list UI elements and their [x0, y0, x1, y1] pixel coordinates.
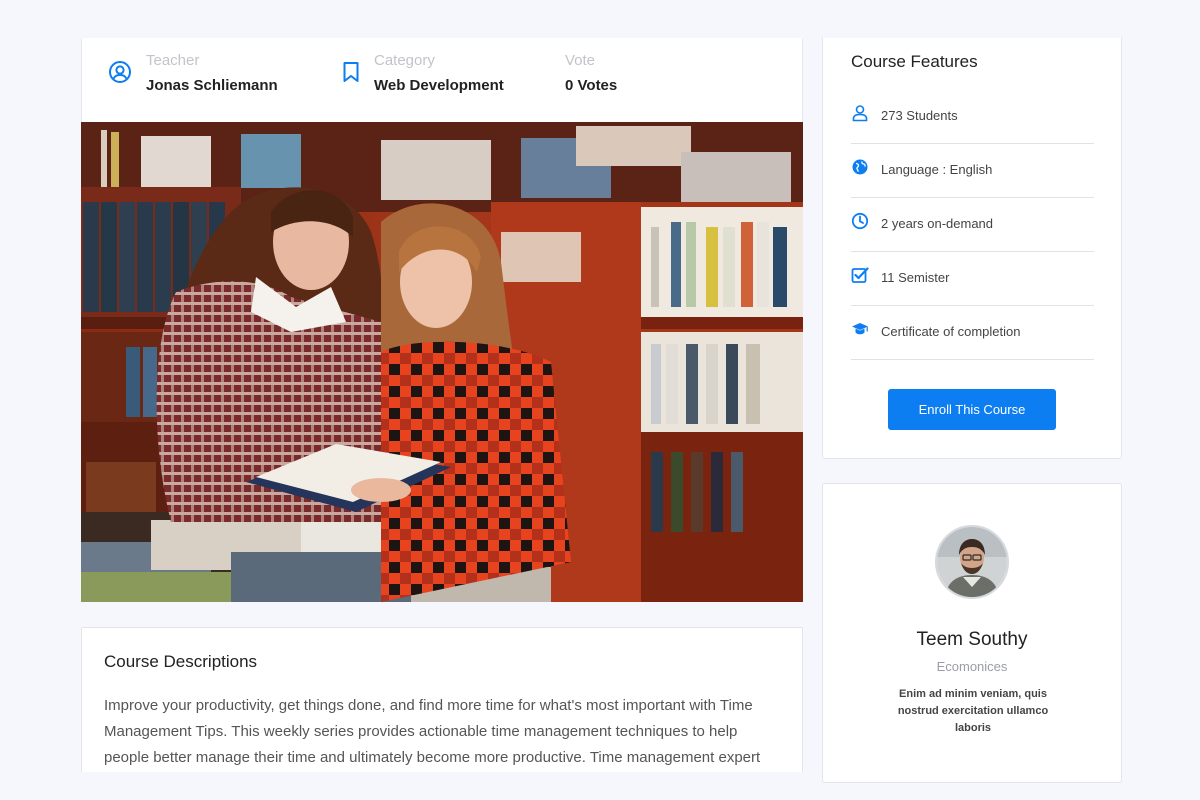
enroll-button[interactable]: Enroll This Course	[888, 389, 1056, 430]
description-body: Improve your productivity, get things do…	[104, 697, 761, 766]
clock-icon	[851, 212, 869, 230]
feature-text: 273 Students	[881, 108, 958, 123]
course-hero-image	[81, 122, 803, 602]
feature-duration: 2 years on-demand	[851, 198, 1094, 252]
globe-icon	[852, 159, 868, 175]
course-features-card: Course Features 273 Students Language : …	[822, 38, 1122, 459]
graduation-cap-icon	[852, 323, 868, 335]
features-title: Course Features	[851, 52, 978, 71]
instructor-bio: Enim ad minim veniam, quis nostrud exerc…	[897, 688, 1049, 734]
feature-text: 11 Semister	[881, 270, 950, 285]
instructor-name[interactable]: Teem Southy	[823, 629, 1121, 651]
category-label: Category	[374, 52, 435, 69]
feature-text: 2 years on-demand	[881, 216, 994, 231]
teacher-label: Teacher	[146, 52, 200, 69]
checkbox-icon	[851, 267, 869, 283]
students-reading-photo	[81, 122, 803, 602]
instructor-role: Ecomonices	[936, 659, 1008, 674]
vote-count: 0 Votes	[565, 77, 618, 94]
teacher-name[interactable]: Jonas Schliemann	[146, 77, 278, 94]
feature-semester: 11 Semister	[851, 252, 1094, 306]
course-description-card: Course Descriptions Improve your product…	[81, 627, 803, 787]
feature-students: 273 Students	[851, 90, 1094, 144]
avatar[interactable]	[935, 525, 1009, 599]
instructor-card: Teem Southy Ecomonices Enim ad minim ven…	[822, 483, 1122, 783]
user-circle-icon	[109, 61, 131, 83]
bookmark-icon	[343, 62, 359, 82]
course-meta-bar: Teacher Jonas Schliemann Category Web De…	[81, 38, 803, 122]
feature-language: Language : English	[851, 144, 1094, 198]
user-icon	[852, 105, 868, 122]
features-list: 273 Students Language : English 2 years …	[851, 90, 1094, 360]
feature-certificate: Certificate of completion	[851, 306, 1094, 360]
vote-label: Vote	[565, 52, 596, 69]
description-title: Course Descriptions	[104, 652, 258, 671]
feature-text: Certificate of completion	[881, 324, 1021, 339]
instructor-photo	[937, 527, 1007, 597]
category-value[interactable]: Web Development	[374, 77, 504, 94]
feature-text: Language : English	[881, 162, 993, 177]
